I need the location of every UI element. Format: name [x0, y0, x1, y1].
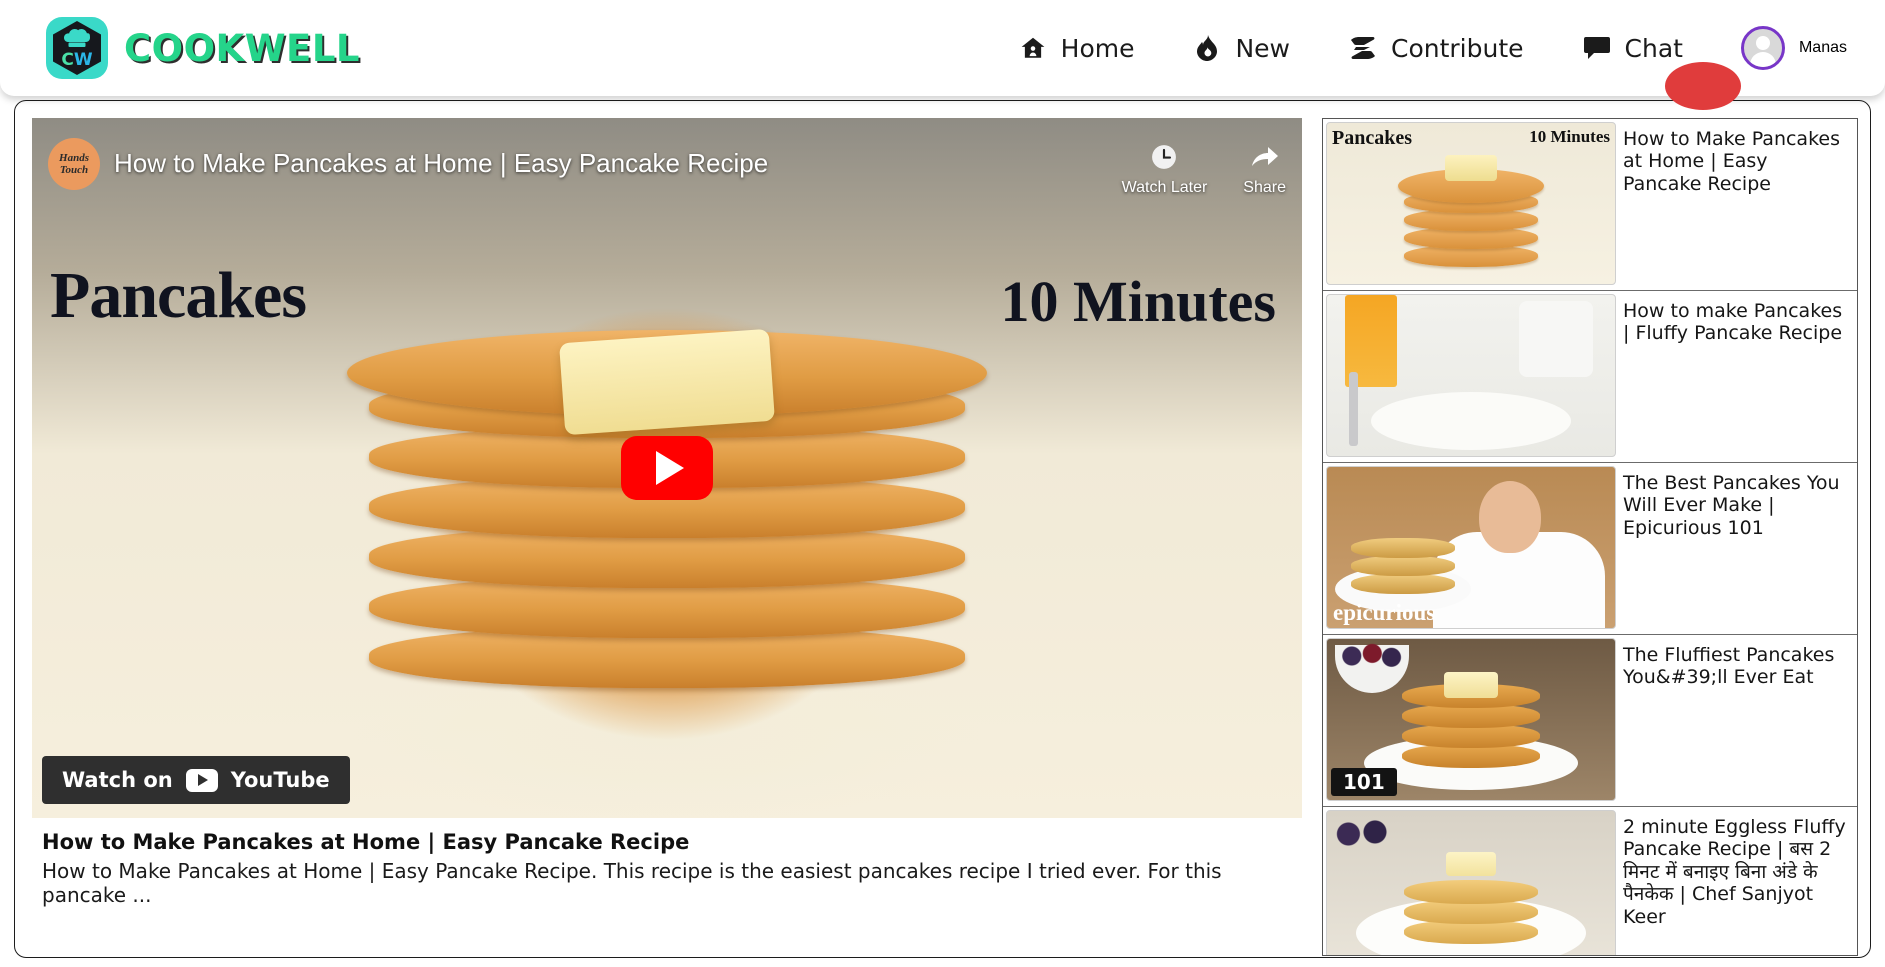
video-thumbnail [1326, 810, 1616, 955]
list-item[interactable]: 2 minute Eggless Fluffy Pancake Recipe |… [1323, 807, 1857, 955]
nav-label-home: Home [1060, 33, 1135, 63]
video-thumbnail: epicurious [1326, 466, 1616, 629]
flame-icon [1192, 33, 1222, 63]
youtube-play-icon [185, 768, 218, 792]
list-item[interactable]: epicurious The Best Pancakes You Will Ev… [1323, 463, 1857, 635]
handshake-icon [1348, 33, 1378, 63]
related-videos-list[interactable]: Pancakes 10 Minutes How to Make Pancakes… [1322, 118, 1858, 956]
avatar[interactable] [1740, 26, 1785, 70]
youtube-label: YouTube [230, 768, 330, 792]
list-item-title: 2 minute Eggless Fluffy Pancake Recipe |… [1623, 816, 1846, 928]
share-arrow-icon [1251, 144, 1279, 175]
video-player[interactable]: Pancakes 10 Minutes Hands Touch How to M… [32, 118, 1302, 818]
main-content-card: Pancakes 10 Minutes Hands Touch How to M… [14, 100, 1871, 958]
user-avatar-icon [1755, 36, 1770, 50]
butter-pat [559, 328, 775, 436]
watch-on-label: Watch on [62, 768, 173, 792]
watch-on-youtube-button[interactable]: Watch on YouTube [42, 756, 350, 804]
channel-avatar-line1: Hands [59, 151, 89, 164]
brand-logo[interactable]: CW COOKWELL [46, 17, 360, 79]
thumbnail-badge: 101 [1331, 768, 1397, 796]
app-header: CW COOKWELL Home New Contribute Chat Man… [0, 0, 1885, 110]
video-thumbnail: Pancakes 10 Minutes [1326, 122, 1616, 285]
nav-label-chat: Chat [1624, 33, 1683, 63]
thumbnail-label-left: Pancakes [1332, 127, 1412, 149]
watch-later-button[interactable]: Watch Later [1121, 144, 1208, 197]
user-name: Manas [1798, 39, 1847, 56]
user-menu[interactable]: Manas [1740, 26, 1847, 70]
channel-avatar-line2: Touch [59, 164, 89, 176]
play-button[interactable] [621, 436, 713, 500]
nav-item-home[interactable]: Home [1018, 33, 1135, 63]
list-item-title: The Fluffiest Pancakes You&#39;ll Ever E… [1623, 644, 1835, 689]
video-title: How to Make Pancakes at Home | Easy Panc… [42, 830, 690, 854]
clock-icon [1151, 144, 1177, 175]
list-item[interactable]: 101 The Fluffiest Pancakes You&#39;ll Ev… [1323, 635, 1857, 807]
nav-item-contribute[interactable]: Contribute [1348, 33, 1524, 63]
home-icon [1018, 33, 1048, 63]
logo-hexagon: CW [53, 21, 101, 75]
video-thumbnail: 101 [1326, 638, 1616, 801]
logo-tile: CW [46, 17, 108, 79]
thumbnail-text-right: 10 Minutes [1000, 269, 1277, 334]
watch-later-label: Watch Later [1121, 179, 1208, 196]
player-top-bar: Hands Touch How to Make Pancakes at Home… [48, 138, 1286, 197]
list-item[interactable]: How to make Pancakes | Fluffy Pancake Re… [1323, 291, 1857, 463]
nav-item-new[interactable]: New [1192, 33, 1290, 63]
video-player-column: Pancakes 10 Minutes Hands Touch How to M… [32, 118, 1302, 957]
list-item[interactable]: Pancakes 10 Minutes How to Make Pancakes… [1323, 119, 1857, 291]
thumbnail-label-right: 10 Minutes [1529, 127, 1610, 146]
nav-label-contribute: Contribute [1391, 33, 1524, 63]
brand-name: COOKWELL [124, 26, 360, 70]
thumbnail-watermark: epicurious [1333, 600, 1436, 625]
share-button[interactable]: Share [1243, 144, 1286, 197]
pancake-stack-art [337, 296, 997, 766]
logo-initials: CW [61, 50, 93, 70]
video-description: How to Make Pancakes at Home | Easy Panc… [42, 859, 1222, 907]
share-label: Share [1243, 179, 1286, 196]
nav-item-chat[interactable]: Chat [1582, 33, 1683, 63]
player-actions: Watch Later Share [1122, 138, 1286, 197]
nav-label-new: New [1235, 33, 1290, 63]
chat-bubble-icon [1582, 33, 1612, 63]
channel-avatar[interactable]: Hands Touch [48, 138, 100, 190]
list-item-title: The Best Pancakes You Will Ever Make | E… [1623, 472, 1840, 539]
main-nav: Home New Contribute Chat Manas [1018, 26, 1847, 70]
list-item-title: How to Make Pancakes at Home | Easy Panc… [1623, 128, 1840, 195]
notification-blob [1665, 62, 1741, 110]
thumbnail-text-left: Pancakes [50, 259, 307, 332]
player-overlay-title[interactable]: How to Make Pancakes at Home | Easy Panc… [114, 138, 1108, 179]
video-thumbnail [1326, 294, 1616, 457]
content-layout: Pancakes 10 Minutes Hands Touch How to M… [15, 101, 1870, 957]
play-icon [656, 451, 684, 485]
avatar-body-shape [1749, 52, 1776, 67]
list-item-title: How to make Pancakes | Fluffy Pancake Re… [1623, 300, 1843, 345]
